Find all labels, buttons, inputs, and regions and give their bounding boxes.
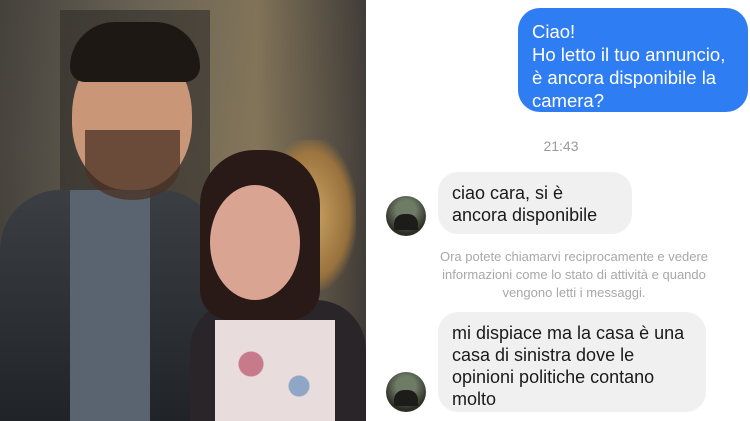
incoming-message-bubble: ciao cara, si è ancora disponibile <box>438 172 632 234</box>
woman-face <box>210 185 300 300</box>
man-beard <box>85 130 180 200</box>
outgoing-message-text: Ciao! Ho letto il tuo annuncio, è ancora… <box>532 21 726 111</box>
man-hair <box>70 22 200 82</box>
sender-avatar[interactable] <box>386 196 426 236</box>
incoming-message-text: mi dispiace ma la casa è una casa di sin… <box>452 323 685 409</box>
profile-photo <box>0 0 366 421</box>
incoming-message-text: ciao cara, si è ancora disponibile <box>452 183 598 225</box>
sender-avatar[interactable] <box>386 372 426 412</box>
outgoing-message-bubble: Ciao! Ho letto il tuo annuncio, è ancora… <box>518 8 748 112</box>
man-shirt <box>70 190 150 421</box>
woman-dress <box>215 320 335 421</box>
message-timestamp: 21:43 <box>543 138 579 154</box>
system-notice: Ora potete chiamarvi reciprocamente e ve… <box>439 249 709 300</box>
incoming-message-bubble: mi dispiace ma la casa è una casa di sin… <box>438 312 706 412</box>
chat-thread: Ciao! Ho letto il tuo annuncio, è ancora… <box>372 0 750 421</box>
